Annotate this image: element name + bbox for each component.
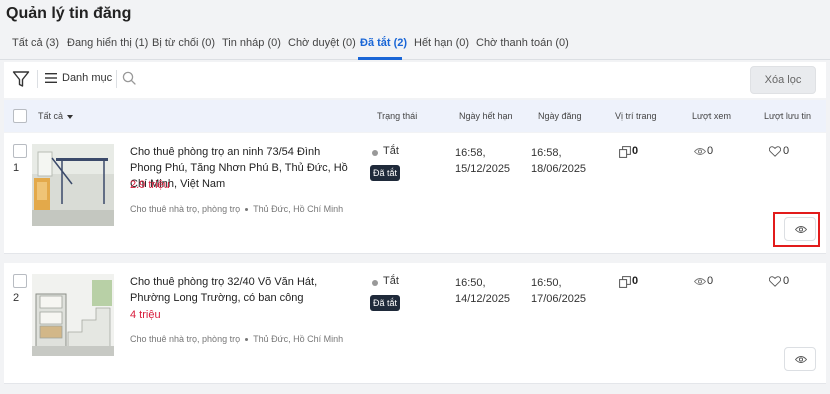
table-header: Tất cả Trạng thái Ngày hết hạn Ngày đăng… xyxy=(4,100,826,132)
page-title: Quản lý tin đăng xyxy=(6,5,132,22)
status-dot-icon xyxy=(372,280,378,286)
select-all-checkbox[interactable] xyxy=(13,109,27,123)
listing-location: Thủ Đức, Hồ Chí Minh xyxy=(253,334,344,344)
tab-expired[interactable]: Hết hạn (0) xyxy=(414,37,469,49)
posted-date-value: 18/06/2025 xyxy=(531,163,587,175)
listing-location: Thủ Đức, Hồ Chí Minh xyxy=(253,204,344,214)
listing-category: Cho thuê nhà trọ, phòng trọ xyxy=(130,334,241,344)
status-dot-icon xyxy=(372,150,378,156)
all-dropdown-label: Tất cả xyxy=(38,111,64,121)
separator-dot xyxy=(245,338,249,342)
expiry-date-value: 15/12/2025 xyxy=(455,163,511,175)
expiry-date: 16:50, 14/12/2025 xyxy=(455,275,510,307)
caret-down-icon xyxy=(67,114,74,119)
listing-price: 4 triệu xyxy=(130,309,161,321)
posted-date-value: 17/06/2025 xyxy=(531,293,587,305)
column-views: Lượt xem xyxy=(692,111,731,121)
heart-icon xyxy=(769,276,781,287)
tab-disabled[interactable]: Đã tắt (2) xyxy=(360,37,407,49)
column-posted-date: Ngày đăng xyxy=(538,111,582,121)
menu-icon[interactable] xyxy=(45,73,57,83)
filter-icon[interactable] xyxy=(12,70,30,88)
row-gap xyxy=(0,255,830,263)
tab-showing[interactable]: Đang hiển thị (1) xyxy=(67,37,148,49)
eye-icon xyxy=(694,148,706,155)
expiry-date: 16:58, 15/12/2025 xyxy=(455,145,510,177)
listing-row: 1 Cho thuê phòng trọ an ninh 73/54 Đình … xyxy=(4,133,826,254)
category-filter-button[interactable]: Danh mục xyxy=(62,72,112,84)
toolbar-divider xyxy=(37,70,38,88)
all-dropdown[interactable]: Tất cả xyxy=(38,111,74,121)
posted-time-value: 16:58, xyxy=(531,147,562,159)
status-badge: Đã tắt xyxy=(370,165,401,181)
column-status: Trạng thái xyxy=(377,111,418,121)
listing-thumbnail[interactable] xyxy=(32,144,114,226)
listing-row: 2 Cho thuê phòng trọ 32/40 Võ Văn Hát, P… xyxy=(4,263,826,384)
separator-dot xyxy=(245,208,249,212)
posted-date: 16:50, 17/06/2025 xyxy=(531,275,586,307)
page-position-icon xyxy=(619,146,631,158)
saves-count: 0 xyxy=(783,275,790,287)
status-text: Tắt xyxy=(383,275,399,287)
row-number: 1 xyxy=(13,162,20,174)
row-checkbox[interactable] xyxy=(13,144,27,158)
column-saves: Lượt lưu tin xyxy=(764,111,811,121)
saves-count: 0 xyxy=(783,145,790,157)
views-count: 0 xyxy=(707,275,714,287)
preview-button[interactable] xyxy=(784,217,816,241)
listing-thumbnail[interactable] xyxy=(32,274,114,356)
clear-filter-button[interactable]: Xóa lọc xyxy=(750,66,816,94)
row-number: 2 xyxy=(13,292,20,304)
column-page-position: Vị trí trang xyxy=(615,111,657,121)
toolbar: Danh mục Xóa lọc xyxy=(4,62,826,98)
expiry-time-value: 16:58, xyxy=(455,147,486,159)
posted-date: 16:58, 18/06/2025 xyxy=(531,145,586,177)
eye-icon xyxy=(795,356,807,363)
tab-pending[interactable]: Chờ duyệt (0) xyxy=(288,37,356,49)
views-count: 0 xyxy=(707,145,714,157)
tab-drafts[interactable]: Tin nháp (0) xyxy=(222,37,281,49)
heart-icon xyxy=(769,146,781,157)
eye-icon xyxy=(795,226,807,233)
preview-button[interactable] xyxy=(784,347,816,371)
tab-all[interactable]: Tất cả (3) xyxy=(12,37,59,49)
status-text: Tắt xyxy=(383,145,399,157)
status-badge: Đã tắt xyxy=(370,295,401,311)
posted-time-value: 16:50, xyxy=(531,277,562,289)
listing-meta: Cho thuê nhà trọ, phòng trọ Thủ Đức, Hồ C… xyxy=(130,334,343,344)
page-position-icon xyxy=(619,276,631,288)
tab-awaiting-payment[interactable]: Chờ thanh toán (0) xyxy=(476,37,569,49)
status-tabs: Tất cả (3) Đang hiển thị (1) Bị từ chối … xyxy=(0,30,830,60)
active-tab-indicator xyxy=(358,57,402,60)
listing-title[interactable]: Cho thuê phòng trọ 32/40 Võ Văn Hát, Phư… xyxy=(130,274,355,306)
page-position-value: 0 xyxy=(632,145,639,157)
eye-icon xyxy=(694,278,706,285)
page-position-value: 0 xyxy=(632,275,639,287)
tab-rejected[interactable]: Bị từ chối (0) xyxy=(152,37,215,49)
listing-category: Cho thuê nhà trọ, phòng trọ xyxy=(130,204,241,214)
listing-meta: Cho thuê nhà trọ, phòng trọ Thủ Đức, Hồ C… xyxy=(130,204,343,214)
expiry-date-value: 14/12/2025 xyxy=(455,293,511,305)
expiry-time-value: 16:50, xyxy=(455,277,486,289)
column-expiry-date: Ngày hết hạn xyxy=(459,111,513,121)
toolbar-divider xyxy=(116,70,117,88)
listing-price: 2.9 triệu xyxy=(130,179,170,191)
search-icon[interactable] xyxy=(122,71,136,85)
row-checkbox[interactable] xyxy=(13,274,27,288)
